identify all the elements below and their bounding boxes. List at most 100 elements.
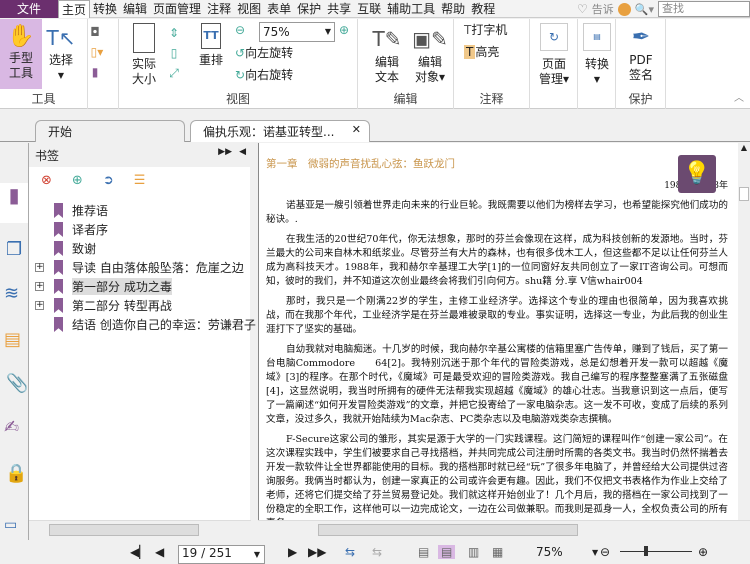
bookmark-panel-icon[interactable]: ▮: [0, 183, 28, 223]
pages-panel-icon[interactable]: ❐: [6, 239, 22, 260]
zoom-in-icon[interactable]: ⊕: [339, 23, 349, 38]
document-view[interactable]: 💡 第一章 微弱的声音扰乱心弦：鱼跃龙门 1988—2008年 诺基亚是一艘引领…: [258, 143, 738, 520]
paragraph: 那时，我只是一个刚满22岁的学生，主修工业经济学。选择这个专业的理由也很简单，因…: [266, 296, 728, 335]
menu-tab-form[interactable]: 表单: [264, 0, 294, 18]
tell-me[interactable]: 告诉: [592, 1, 614, 17]
rotate-left-button[interactable]: ↺向左旋转: [235, 46, 293, 61]
bookmark-item[interactable]: + 第一部分 成功之毒: [29, 277, 256, 296]
panel-horizontal-scrollbar[interactable]: [29, 520, 251, 540]
fit-page-icon[interactable]: ⇕ ▯ ⤢: [169, 23, 179, 83]
group-view: 实际 大小 ⇕ ▯ ⤢ TT 重排 ⊖ 75% ▼ ⊕ ↺向左旋转 ↻向右旋转 视图: [118, 19, 358, 109]
select-tool-button[interactable]: T↖ 选择 ▼: [46, 23, 76, 83]
add-bookmark-icon[interactable]: ⊕: [72, 173, 83, 197]
collapse-panel-icon[interactable]: ◀: [239, 147, 246, 157]
move-bookmark-icon[interactable]: ➲: [103, 173, 114, 197]
comments-panel-icon[interactable]: ▤: [4, 329, 21, 350]
menu-tab-view[interactable]: 视图: [234, 0, 264, 18]
close-tab-icon[interactable]: ✕: [352, 123, 361, 136]
facing-page-icon[interactable]: ▥: [468, 545, 479, 559]
expand-panel-icon[interactable]: ▶▶: [218, 147, 232, 157]
lightbulb-icon[interactable]: ♡: [577, 2, 588, 16]
menu-tab-help[interactable]: 帮助: [438, 0, 468, 18]
collapse-ribbon-icon[interactable]: ︿: [734, 89, 744, 104]
layers-panel-icon[interactable]: ≋: [4, 283, 19, 304]
menu-bar: 文件 主页 转换 编辑 页面管理 注释 视图 表单 保护 共享 互联 辅助工具 …: [0, 0, 750, 18]
edit-object-button[interactable]: ▣✎ 编辑 对象▾: [412, 23, 448, 85]
page-manage-button[interactable]: ↻ 页面 管理▾: [536, 23, 572, 87]
highlight-icon: T: [464, 45, 476, 59]
zoom-dropdown-icon[interactable]: ▼: [592, 548, 598, 557]
bookmark-item[interactable]: 推荐语: [29, 201, 256, 220]
expand-icon[interactable]: +: [35, 301, 44, 310]
menu-tab-page-manage[interactable]: 页面管理: [150, 0, 204, 18]
snapshot-icon[interactable]: ◘: [88, 25, 102, 40]
group-convert: ▤ 转换 ▼: [578, 19, 616, 109]
security-panel-icon[interactable]: 🔒: [5, 463, 27, 484]
zoom-in-icon[interactable]: ⊕: [698, 545, 708, 559]
page-number-input[interactable]: 19 / 251 ▼: [178, 545, 265, 564]
document-vertical-scrollbar[interactable]: ▲: [738, 143, 750, 520]
zoom-out-icon[interactable]: ⊖: [600, 545, 610, 559]
clipboard-icon[interactable]: ▯▾: [88, 45, 106, 60]
search-options-icon[interactable]: 🔍▾: [635, 3, 654, 16]
document-horizontal-scrollbar[interactable]: [258, 520, 750, 540]
menu-tab-home[interactable]: 主页: [58, 0, 91, 18]
next-page-button[interactable]: ▶: [288, 545, 297, 559]
zoom-slider[interactable]: [620, 546, 692, 556]
highlight-button[interactable]: T 高亮: [464, 45, 499, 60]
prev-page-button[interactable]: ◀: [155, 545, 164, 559]
convert-button[interactable]: ▤ 转换 ▼: [582, 23, 612, 87]
bookmark-options-icon[interactable]: ☰: [134, 173, 146, 197]
bookmark-item[interactable]: 结语 创造你自己的幸运：劳谦君子: [29, 315, 256, 334]
menu-tab-connect[interactable]: 互联: [354, 0, 384, 18]
expand-icon[interactable]: +: [35, 282, 44, 291]
first-page-button[interactable]: ◀▏: [130, 545, 148, 559]
reflow-button[interactable]: TT 重排: [197, 23, 225, 68]
actual-size-button[interactable]: 实际 大小: [129, 23, 159, 87]
menu-tab-convert[interactable]: 转换: [90, 0, 120, 18]
continuous-page-icon[interactable]: ▤: [438, 545, 456, 559]
delete-bookmark-icon[interactable]: ⊗: [41, 173, 52, 197]
edit-text-button[interactable]: T✎ 编辑 文本: [372, 23, 402, 85]
form-panel-icon[interactable]: ▭: [4, 517, 17, 533]
expand-icon[interactable]: +: [35, 263, 44, 272]
typewriter-button[interactable]: T打字机: [464, 23, 507, 38]
search-input[interactable]: 查找: [658, 1, 750, 17]
menu-tab-share[interactable]: 共享: [324, 0, 354, 18]
last-page-button[interactable]: ▶▶: [308, 545, 326, 559]
rotate-right-button[interactable]: ↻向右旋转: [235, 68, 293, 83]
next-view-icon[interactable]: ⇆: [372, 545, 382, 559]
menu-tab-comment[interactable]: 注释: [204, 0, 234, 18]
lightbulb-badge-icon[interactable]: 💡: [678, 155, 716, 193]
bookmark-doc-icon[interactable]: ▮: [88, 65, 102, 80]
bookmark-item[interactable]: + 第二部分 转型再战: [29, 296, 256, 315]
hand-icon: ✋: [7, 24, 35, 49]
menu-tab-accessibility[interactable]: 辅助工具: [384, 0, 438, 18]
bookmark-icon: [54, 203, 63, 218]
bookmark-icon: [54, 279, 63, 294]
group-label-edit: 编辑: [393, 92, 418, 106]
bookmark-item[interactable]: 译者序: [29, 220, 256, 239]
hand-tool-button[interactable]: ✋ 手型 工具: [0, 19, 42, 89]
signatures-panel-icon[interactable]: ✍: [4, 417, 19, 438]
menu-tab-protect[interactable]: 保护: [294, 0, 324, 18]
status-zoom[interactable]: 75%: [536, 545, 563, 559]
menu-tab-tutorial[interactable]: 教程: [468, 0, 498, 18]
pdf-sign-button[interactable]: ✒ PDF 签名: [624, 23, 658, 83]
heart-icon[interactable]: [617, 2, 631, 16]
zoom-out-icon[interactable]: ⊖: [235, 23, 245, 38]
bookmark-item[interactable]: 致谢: [29, 239, 256, 258]
attachments-panel-icon[interactable]: 📎: [6, 373, 28, 394]
tab-document[interactable]: 偏执乐观：诺基亚转型... ✕: [190, 120, 370, 142]
bookmark-icon: [54, 241, 63, 256]
continuous-facing-icon[interactable]: ▦: [492, 545, 503, 559]
file-menu[interactable]: 文件: [0, 0, 58, 18]
prev-view-icon[interactable]: ⇆: [345, 545, 355, 559]
bookmark-item[interactable]: + 导读 自由落体般坠落：危崖之边: [29, 258, 256, 277]
zoom-select[interactable]: 75% ▼: [259, 22, 335, 42]
group-protect: ✒ PDF 签名 保护: [616, 19, 666, 109]
menu-tab-edit[interactable]: 编辑: [120, 0, 150, 18]
tab-start[interactable]: 开始: [35, 120, 185, 142]
panel-title: 书签: [35, 149, 60, 163]
single-page-icon[interactable]: ▤: [418, 545, 429, 559]
